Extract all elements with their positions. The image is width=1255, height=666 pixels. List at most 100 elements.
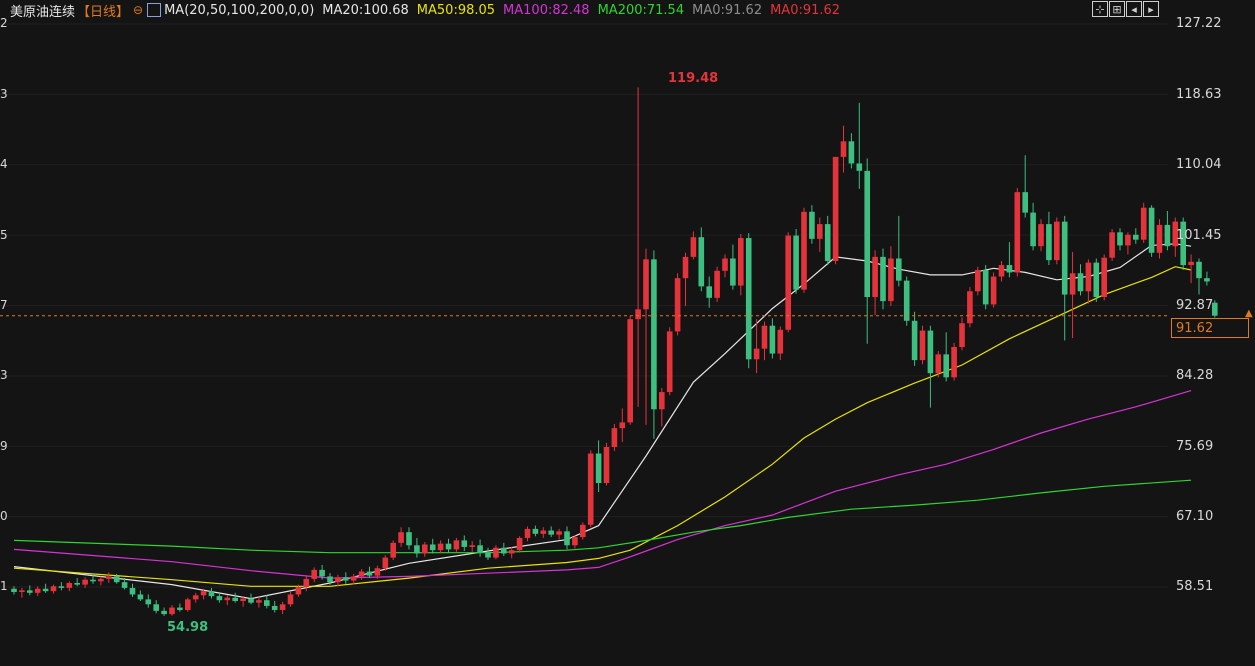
candle (58, 582, 65, 591)
left-tick-label: 9 (0, 439, 8, 453)
candle (619, 408, 626, 443)
ma20-line (13, 243, 1192, 600)
candle (256, 596, 262, 608)
candle (1133, 228, 1139, 244)
candle (572, 535, 578, 549)
candle (445, 538, 452, 553)
candle (437, 540, 444, 554)
y-tick-label: 110.04 (1176, 157, 1222, 172)
candle (990, 272, 997, 308)
candle (927, 325, 934, 408)
candle (785, 232, 791, 333)
candle (848, 133, 855, 169)
candle (1046, 211, 1052, 266)
next-icon[interactable]: ▸ (1143, 1, 1159, 17)
candle (738, 233, 744, 296)
candle (271, 601, 278, 613)
candle (1061, 215, 1068, 341)
candle (564, 526, 570, 550)
candle (611, 424, 618, 452)
candle (106, 572, 112, 583)
candle (809, 205, 815, 244)
price-gridlines (0, 23, 1168, 588)
candle (493, 545, 499, 560)
candle (264, 595, 270, 609)
candle (516, 536, 523, 553)
indicator-chart-icon[interactable] (147, 3, 162, 17)
candle (714, 266, 720, 302)
low-annotation: 54.98 (167, 620, 209, 635)
candle (1188, 254, 1194, 284)
candle (730, 244, 736, 290)
candle (1038, 219, 1044, 252)
candle (659, 387, 665, 427)
candle (185, 597, 191, 612)
circle-minus-icon[interactable]: ⊖ (133, 3, 143, 17)
prev-icon[interactable]: ◂ (1126, 1, 1142, 17)
candle (959, 317, 965, 351)
candle (192, 592, 199, 603)
candle (975, 266, 981, 296)
candle (1180, 217, 1186, 270)
candle (880, 248, 886, 310)
candle (911, 311, 918, 366)
candle (587, 450, 594, 528)
candle (1140, 202, 1147, 243)
candle (406, 527, 412, 550)
candle (1117, 228, 1123, 251)
candle (477, 539, 483, 557)
candle (169, 605, 175, 616)
candle (414, 537, 420, 558)
candle (311, 567, 317, 583)
ma0-value-red: MA0:91.62 (770, 2, 841, 18)
left-tick-label: 0 (0, 509, 8, 523)
candle (232, 592, 238, 603)
left-tick-label: 3 (0, 368, 8, 382)
left-tick-label: 7 (0, 298, 8, 312)
candle (153, 600, 159, 614)
candle (1101, 254, 1107, 301)
candle (548, 526, 554, 538)
candle (982, 265, 989, 310)
candle (856, 102, 863, 189)
candle (485, 547, 491, 561)
candle (1196, 258, 1202, 295)
y-tick-label: 75.69 (1176, 439, 1214, 454)
ma20-value: MA20:100.68 (322, 2, 409, 18)
candle (674, 273, 681, 336)
chart-header: 美原油连续 【日线】 ⊖ MA(20,50,100,200,0,0) MA20:… (0, 0, 1170, 20)
candle (279, 601, 286, 615)
candle (34, 586, 41, 597)
candle (66, 581, 73, 592)
candle (706, 276, 712, 308)
candle (161, 607, 167, 616)
candle (287, 591, 294, 607)
crosshair-icon[interactable]: ⊹ (1092, 1, 1108, 17)
candle (903, 276, 910, 326)
candle (1093, 258, 1100, 302)
candle (832, 156, 839, 265)
y-tick-label: 58.51 (1176, 579, 1214, 594)
candle (753, 319, 760, 374)
candle (453, 537, 460, 552)
candlesticks (11, 87, 1218, 616)
candle (761, 321, 768, 361)
candle (682, 252, 689, 307)
period-label[interactable]: 【日线】 (77, 1, 129, 20)
high-annotation: 119.48 (668, 71, 719, 86)
candle (643, 248, 649, 425)
y-tick-label: 101.45 (1176, 228, 1222, 243)
panel-icon[interactable]: ⊞ (1109, 1, 1125, 17)
price-chart[interactable] (0, 0, 1255, 666)
symbol-name[interactable]: 美原油连续 (10, 1, 75, 20)
candle (840, 125, 847, 173)
candle (722, 254, 728, 278)
ma100-line (13, 390, 1192, 579)
candle (1125, 232, 1131, 255)
candle (540, 527, 547, 538)
candle (50, 584, 57, 594)
left-tick-label: 1 (0, 579, 8, 593)
ma-params[interactable]: MA(20,50,100,200,0,0) (164, 3, 314, 18)
candle (896, 215, 902, 287)
candle (1030, 202, 1036, 251)
